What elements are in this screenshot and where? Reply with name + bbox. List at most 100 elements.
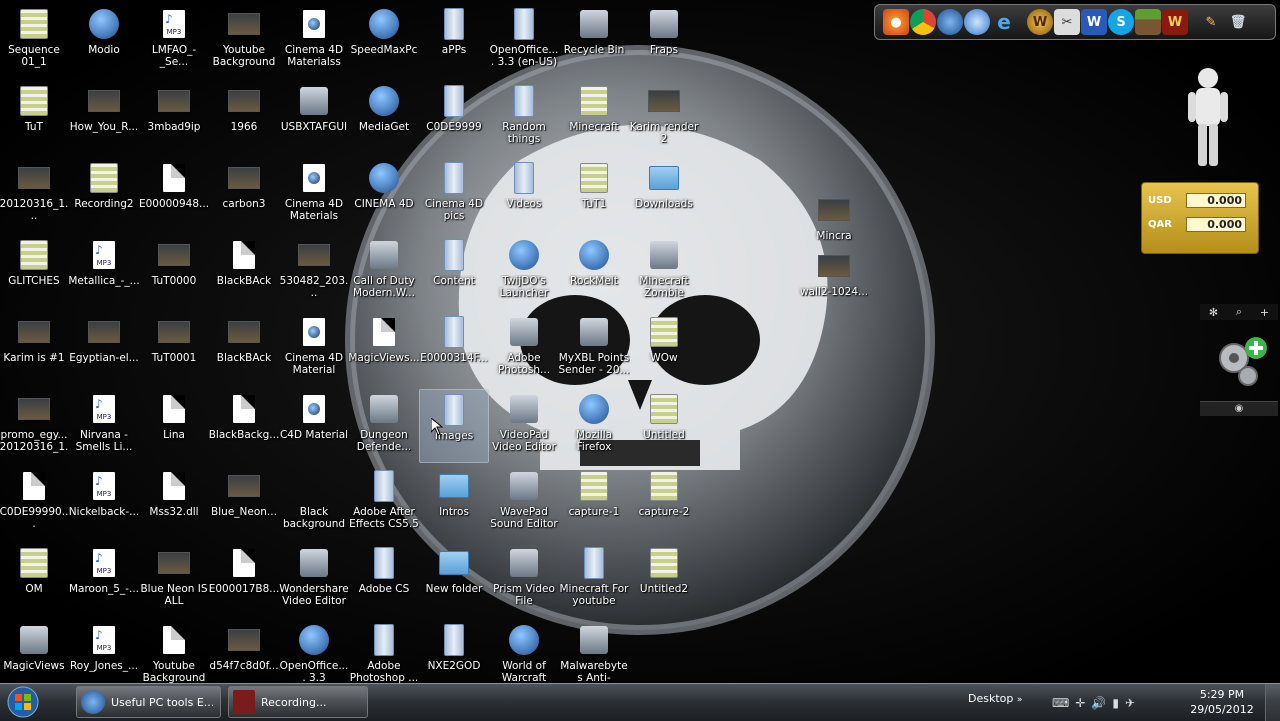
desktop-icon-call-of-duty-modern-w[interactable]: Call of Duty Modern.W... xyxy=(349,235,419,309)
desktop-icon-recording2[interactable]: Recording2 xyxy=(69,158,139,232)
wolfenstein-icon[interactable]: W xyxy=(1162,9,1188,35)
xbox-avatar-gadget[interactable] xyxy=(1186,66,1230,170)
desktop-icon-wow[interactable]: WOw xyxy=(629,312,699,386)
desktop-icon-youtube-background[interactable]: Youtube Background xyxy=(209,4,279,78)
desktop-icon-adobe-photosh[interactable]: Adobe Photosh... xyxy=(489,312,559,386)
desktop-icon-downloads[interactable]: Downloads xyxy=(629,158,699,232)
desktop-icon-tut0001[interactable]: TuT0001 xyxy=(139,312,209,386)
desktop-icon-cinema-4d-materials[interactable]: Cinema 4D Materials xyxy=(279,158,349,232)
desktop-icon-tut[interactable]: TuT xyxy=(0,81,69,155)
currency-code[interactable]: USD xyxy=(1148,195,1186,206)
desktop-icon-karim-render-2[interactable]: Karim render 2 xyxy=(629,81,699,155)
desktop-icon-malwarebytes-anti-malware[interactable]: Malwarebytes Anti-Malware xyxy=(559,620,629,683)
internet-explorer-icon[interactable]: e xyxy=(991,9,1017,35)
desktop-icon-speedmaxpc[interactable]: SpeedMaxPc xyxy=(349,4,419,78)
currency-code[interactable]: QAR xyxy=(1148,219,1186,230)
desktop-icon-adobe-cs[interactable]: Adobe CS xyxy=(349,543,419,617)
plus-icon[interactable]: ✛ xyxy=(1075,696,1085,710)
desktop-icon-blackback[interactable]: BlackBAck xyxy=(209,235,279,309)
desktop-icon-adobe-photoshop[interactable]: Adobe Photoshop ... xyxy=(349,620,419,683)
desktop-icon-cinema-4d-materialss[interactable]: Cinema 4D Materialss xyxy=(279,4,349,78)
desktop-icon-nxe2god[interactable]: NXE2GOD xyxy=(419,620,489,683)
desktop-icon-apps[interactable]: aPPs xyxy=(419,4,489,78)
desktop-icon-wondershare-video-editor[interactable]: Wondershare Video Editor xyxy=(279,543,349,617)
desktop-icon-prism-video-file-converter[interactable]: Prism Video File Converter xyxy=(489,543,559,617)
desktop-icon-nirvana-smells-li[interactable]: MP3 Nirvana - Smells Li... xyxy=(69,389,139,463)
desktop-icon-egyptian-el[interactable]: Egyptian-el... xyxy=(69,312,139,386)
minecraft-icon[interactable] xyxy=(1135,9,1161,35)
desktop-icon-e0000314f[interactable]: E0000314F... xyxy=(419,312,489,386)
desktop-icon-metallica[interactable]: MP3 Metallica_-_... xyxy=(68,235,140,309)
desktop-toolbar[interactable]: Desktop » xyxy=(968,692,1022,705)
desktop-icon-untitled2[interactable]: Untitled2 xyxy=(629,543,699,617)
desktop-icon-lina[interactable]: Lina xyxy=(139,389,209,463)
desktop-icon-random-things[interactable]: Random things xyxy=(489,81,559,155)
desktop-icon-untitled[interactable]: Untitled xyxy=(629,389,699,463)
desktop-icon-capture-1[interactable]: capture-1 xyxy=(559,466,629,540)
desktop[interactable]: Sequence 01_1 TuT 20120316_1... GLITCHES Kar… xyxy=(0,0,1280,683)
recycle-icon[interactable]: 🗑 xyxy=(1225,9,1251,35)
desktop-icon-mozilla-firefox[interactable]: Mozilla Firefox xyxy=(559,389,629,463)
tool-icon[interactable]: ✂ xyxy=(1054,9,1080,35)
desktop-icon-maroon-5[interactable]: MP3 Maroon_5_-... xyxy=(69,543,139,617)
desktop-icon-glitches[interactable]: GLITCHES xyxy=(0,235,69,309)
desktop-icon-cinema-4d-pics[interactable]: Cinema 4D pics xyxy=(419,158,489,232)
desktop-icon-capture-2[interactable]: capture-2 xyxy=(629,466,699,540)
desktop-icon-cinema-4d[interactable]: CINEMA 4D xyxy=(349,158,419,232)
desktop-icon-carbon3[interactable]: carbon3 xyxy=(209,158,279,232)
desktop-icon-lmfao-se[interactable]: MP3 LMFAO_-_Se... xyxy=(139,4,209,78)
desktop-icon-cinema-4d-material[interactable]: Cinema 4D Material xyxy=(279,312,349,386)
desktop-icon-wavepad-sound-editor[interactable]: WavePad Sound Editor xyxy=(489,466,559,540)
desktop-icon-adobe-after-effects-cs5-5[interactable]: Adobe After Effects CS5.5 xyxy=(349,466,419,540)
desktop-icon-intros[interactable]: Intros xyxy=(419,466,489,540)
network-icon[interactable] xyxy=(937,9,963,35)
desktop-icon-magicviews[interactable]: MagicViews xyxy=(0,620,69,683)
skype-icon[interactable]: S xyxy=(1108,9,1134,35)
desktop-icon-videopad-video-editor[interactable]: VideoPad Video Editor xyxy=(489,389,559,463)
gear-small-icon[interactable]: ✻ xyxy=(1209,306,1218,319)
desktop-icon-promo-egy-20120316-1[interactable]: promo_egy... 20120316_1... xyxy=(0,389,69,463)
desktop-icon-tut1[interactable]: TuT1 xyxy=(559,158,629,232)
desktop-icon-openoffice-3-3-en-us-i[interactable]: OpenOffice.... 3.3 (en-US) I... xyxy=(489,4,559,78)
wow-icon[interactable]: W xyxy=(1027,9,1053,35)
desktop-icon-dungeon-defende[interactable]: Dungeon Defende... xyxy=(349,389,419,463)
desktop-icon-wall2-1024[interactable]: wall2-1024... xyxy=(799,246,869,320)
desktop-icon-roy-jones[interactable]: MP3 Roy_Jones_... xyxy=(69,620,139,683)
currency-value[interactable]: 0.000 xyxy=(1186,192,1246,208)
desktop-icon-magicviews[interactable]: MagicViews... xyxy=(348,312,420,386)
desktop-icon-openoffice-3-3[interactable]: OpenOffice.... 3.3 xyxy=(279,620,349,683)
desktop-icon-images[interactable]: Images xyxy=(419,389,489,463)
chrome-icon[interactable] xyxy=(910,9,936,35)
start-button[interactable] xyxy=(4,685,42,720)
firefox-icon[interactable]: ● xyxy=(883,9,909,35)
desktop-icon-blackbackg[interactable]: BlackBackg... xyxy=(209,389,279,463)
desktop-icon-blackback[interactable]: BlackBAck xyxy=(209,312,279,386)
desktop-icon-rockmelt[interactable]: RockMelt xyxy=(559,235,629,309)
desktop-icon-om[interactable]: OM xyxy=(0,543,69,617)
desktop-icon-20120316-1[interactable]: 20120316_1... xyxy=(0,158,69,232)
desktop-icon-e000017b8[interactable]: E000017B8... xyxy=(209,543,279,617)
desktop-icon-content[interactable]: Content xyxy=(419,235,489,309)
desktop-icon-youtube-background[interactable]: Youtube Background xyxy=(139,620,209,683)
desktop-icon-mediaget[interactable]: MediaGet xyxy=(349,81,419,155)
desktop-icon-c4d-material[interactable]: C4D Material xyxy=(279,389,349,463)
desktop-icon-c0de99990[interactable]: C0DE99990... xyxy=(0,466,69,540)
clock[interactable]: 5:29 PM 29/05/2012 xyxy=(1184,687,1260,717)
desktop-icon-530482-203[interactable]: 530482_203... xyxy=(279,235,349,309)
desktop-icon-usbxtafgui[interactable]: USBXTAFGUI xyxy=(279,81,349,155)
desktop-icon-d54f7c8d0f[interactable]: d54f7c8d0f... xyxy=(209,620,279,683)
desktop-icon-blue-neon-is-all[interactable]: Blue Neon IS ALL xyxy=(139,543,209,617)
desktop-icon-karim-is-1[interactable]: Karim is #1 xyxy=(0,312,69,386)
desktop-icon-1966[interactable]: 1966 xyxy=(209,81,279,155)
desktop-icon-twijdo-s-launcher[interactable]: TwijDO's Launcher xyxy=(489,235,559,309)
desktop-icon-myxbl-points-sender-20[interactable]: MyXBL Points Sender - 20... xyxy=(558,312,630,386)
desktop-icon-sequence-01-1[interactable]: Sequence 01_1 xyxy=(0,4,69,78)
add-gadget-icon[interactable]: + xyxy=(1260,306,1269,319)
currency-value[interactable]: 0.000 xyxy=(1186,216,1246,232)
word-icon[interactable]: W xyxy=(1081,9,1107,35)
desktop-icon-how-you-r[interactable]: How_You_R... xyxy=(69,81,139,155)
desktop-icon-3mbad9ip[interactable]: 3mbad9ip xyxy=(139,81,209,155)
speaker-icon[interactable]: 🔊 xyxy=(1091,696,1106,710)
safari-icon[interactable] xyxy=(964,9,990,35)
desktop-icon-minecraft[interactable]: Minecraft xyxy=(559,81,629,155)
